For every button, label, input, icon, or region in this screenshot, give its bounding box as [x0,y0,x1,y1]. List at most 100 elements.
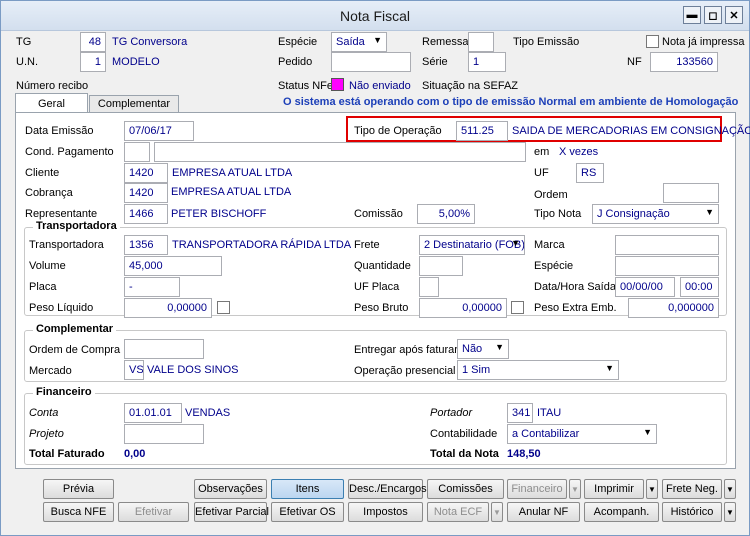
observacoes-button[interactable]: Observações [194,479,267,499]
vezes-label: X vezes [559,146,599,158]
status-nfe-label: Status NFe [278,80,334,92]
chevron-down-icon: ▼ [373,35,382,45]
marca-field[interactable] [615,235,719,255]
hora-saida-field[interactable]: 00:00 [680,277,719,297]
numero-recibo-label: Número recibo [16,80,89,92]
imprimir-button[interactable]: Imprimir [584,479,644,499]
quantidade-label: Quantidade [354,260,411,272]
nota-ecf-dropdown-icon[interactable]: ▼ [491,502,503,522]
tipo-nota-select[interactable]: J Consignação ▼ [592,204,719,224]
previa-button[interactable]: Prévia [43,479,114,499]
data-saida-field[interactable]: 00/00/00 [615,277,675,297]
ordem-compra-field[interactable] [124,339,204,359]
placa-label: Placa [29,281,57,293]
ordem-compra-label: Ordem de Compra [29,344,121,356]
cobranca-code-field[interactable]: 1420 [124,183,168,203]
financeiro-button[interactable]: Financeiro [507,479,567,499]
desc-encargos-button[interactable]: Desc./Encargos [348,479,427,499]
window-title: Nota Fiscal [339,8,411,24]
efetivar-parcial-button[interactable]: Efetivar Parcial [194,502,269,522]
financeiro-dropdown-icon[interactable]: ▼ [569,479,581,499]
uf-placa-field[interactable] [419,277,439,297]
frete-neg-dropdown-icon[interactable]: ▼ [724,479,736,499]
anular-nf-button[interactable]: Anular NF [507,502,580,522]
ordem-field[interactable] [663,183,719,203]
volume-field[interactable]: 45,000 [124,256,222,276]
historico-dropdown-icon[interactable]: ▼ [724,502,736,522]
busca-nfe-button[interactable]: Busca NFE [43,502,114,522]
un-field[interactable]: 1 [80,52,106,72]
peso-liquido-checkbox[interactable] [217,301,230,314]
mercado-code-field[interactable]: VS [124,360,144,380]
comissoes-button[interactable]: Comissões [427,479,504,499]
nota-ecf-button[interactable]: Nota ECF [427,502,489,522]
pedido-field[interactable] [331,52,411,72]
nota-impressa-checkbox[interactable] [646,35,659,48]
imprimir-dropdown-icon[interactable]: ▼ [646,479,658,499]
peso-bruto-label: Peso Bruto [354,302,409,314]
projeto-label: Projeto [29,428,64,440]
total-nota-value: 148,50 [507,448,541,460]
close-icon[interactable]: ✕ [725,6,743,24]
impostos-button[interactable]: Impostos [348,502,423,522]
cond-pagamento-label: Cond. Pagamento [25,146,114,158]
tg-label: TG [16,36,32,48]
cond-pagamento-desc-field[interactable] [154,142,526,162]
uf-label: UF [534,167,549,179]
quantidade-field[interactable] [419,256,463,276]
historico-button[interactable]: Histórico [662,502,722,522]
especie-transp-field[interactable] [615,256,719,276]
conta-code-field[interactable]: 01.01.01 [124,403,182,423]
especie-select[interactable]: Saída ▼ [331,32,387,52]
frete-select-value: 2 Destinatario (FOB) [424,239,525,251]
cliente-code-field[interactable]: 1420 [124,163,168,183]
representante-code-field[interactable]: 1466 [124,204,168,224]
entregar-label: Entregar após faturar [354,344,458,356]
un-description: MODELO [112,56,160,68]
efetivar-button[interactable]: Efetivar [118,502,189,522]
transportadora-code-field[interactable]: 1356 [124,235,168,255]
acompanh-button[interactable]: Acompanh. [584,502,659,522]
cond-pagamento-code-field[interactable] [124,142,150,162]
peso-bruto-checkbox[interactable] [511,301,524,314]
projeto-field[interactable] [124,424,204,444]
tab-complementar[interactable]: Complementar [88,95,180,113]
portador-code-field[interactable]: 341 [507,403,533,423]
chevron-down-icon: ▼ [605,363,614,373]
cliente-name: EMPRESA ATUAL LTDA [172,167,293,179]
transportadora-label: Transportadora [29,239,104,251]
peso-liquido-field[interactable]: 0,00000 [124,298,212,318]
tipo-nota-select-value: J Consignação [597,208,670,220]
em-label: em [534,146,550,158]
data-emissao-field[interactable]: 07/06/17 [124,121,194,141]
remessa-label: Remessa [422,36,469,48]
contabilidade-select-value: a Contabilizar [512,428,580,440]
maximize-icon[interactable]: ◻ [704,6,722,24]
tab-geral[interactable]: Geral [15,93,88,113]
placa-field[interactable]: - [124,277,180,297]
comissao-field[interactable]: 5,00% [417,204,475,224]
efetivar-os-button[interactable]: Efetivar OS [271,502,344,522]
nf-field[interactable]: 133560 [650,52,718,72]
system-message: O sistema está operando com o tipo de em… [283,96,739,108]
tg-field[interactable]: 48 [80,32,106,52]
minimize-icon[interactable]: ▬ [683,6,701,24]
uf-field[interactable]: RS [576,163,604,183]
peso-bruto-field[interactable]: 0,00000 [419,298,507,318]
operacao-presencial-select[interactable]: 1 Sim ▼ [457,360,619,380]
tipo-operacao-field[interactable]: 511.25 [456,121,508,141]
frete-select[interactable]: 2 Destinatario (FOB) ▼ [419,235,525,255]
tg-description: TG Conversora [112,36,188,48]
cliente-label: Cliente [25,167,60,179]
contabilidade-select[interactable]: a Contabilizar ▼ [507,424,657,444]
representante-label: Representante [25,208,98,220]
itens-button[interactable]: Itens [271,479,344,499]
uf-placa-label: UF Placa [354,281,400,293]
serie-field[interactable]: 1 [468,52,506,72]
data-hora-saida-label: Data/Hora Saída [534,281,616,293]
remessa-field[interactable] [468,32,494,52]
peso-extra-field[interactable]: 0,000000 [628,298,719,318]
frete-neg-button[interactable]: Frete Neg. [662,479,722,499]
entregar-select[interactable]: Não ▼ [457,339,509,359]
chevron-down-icon: ▼ [705,207,714,217]
